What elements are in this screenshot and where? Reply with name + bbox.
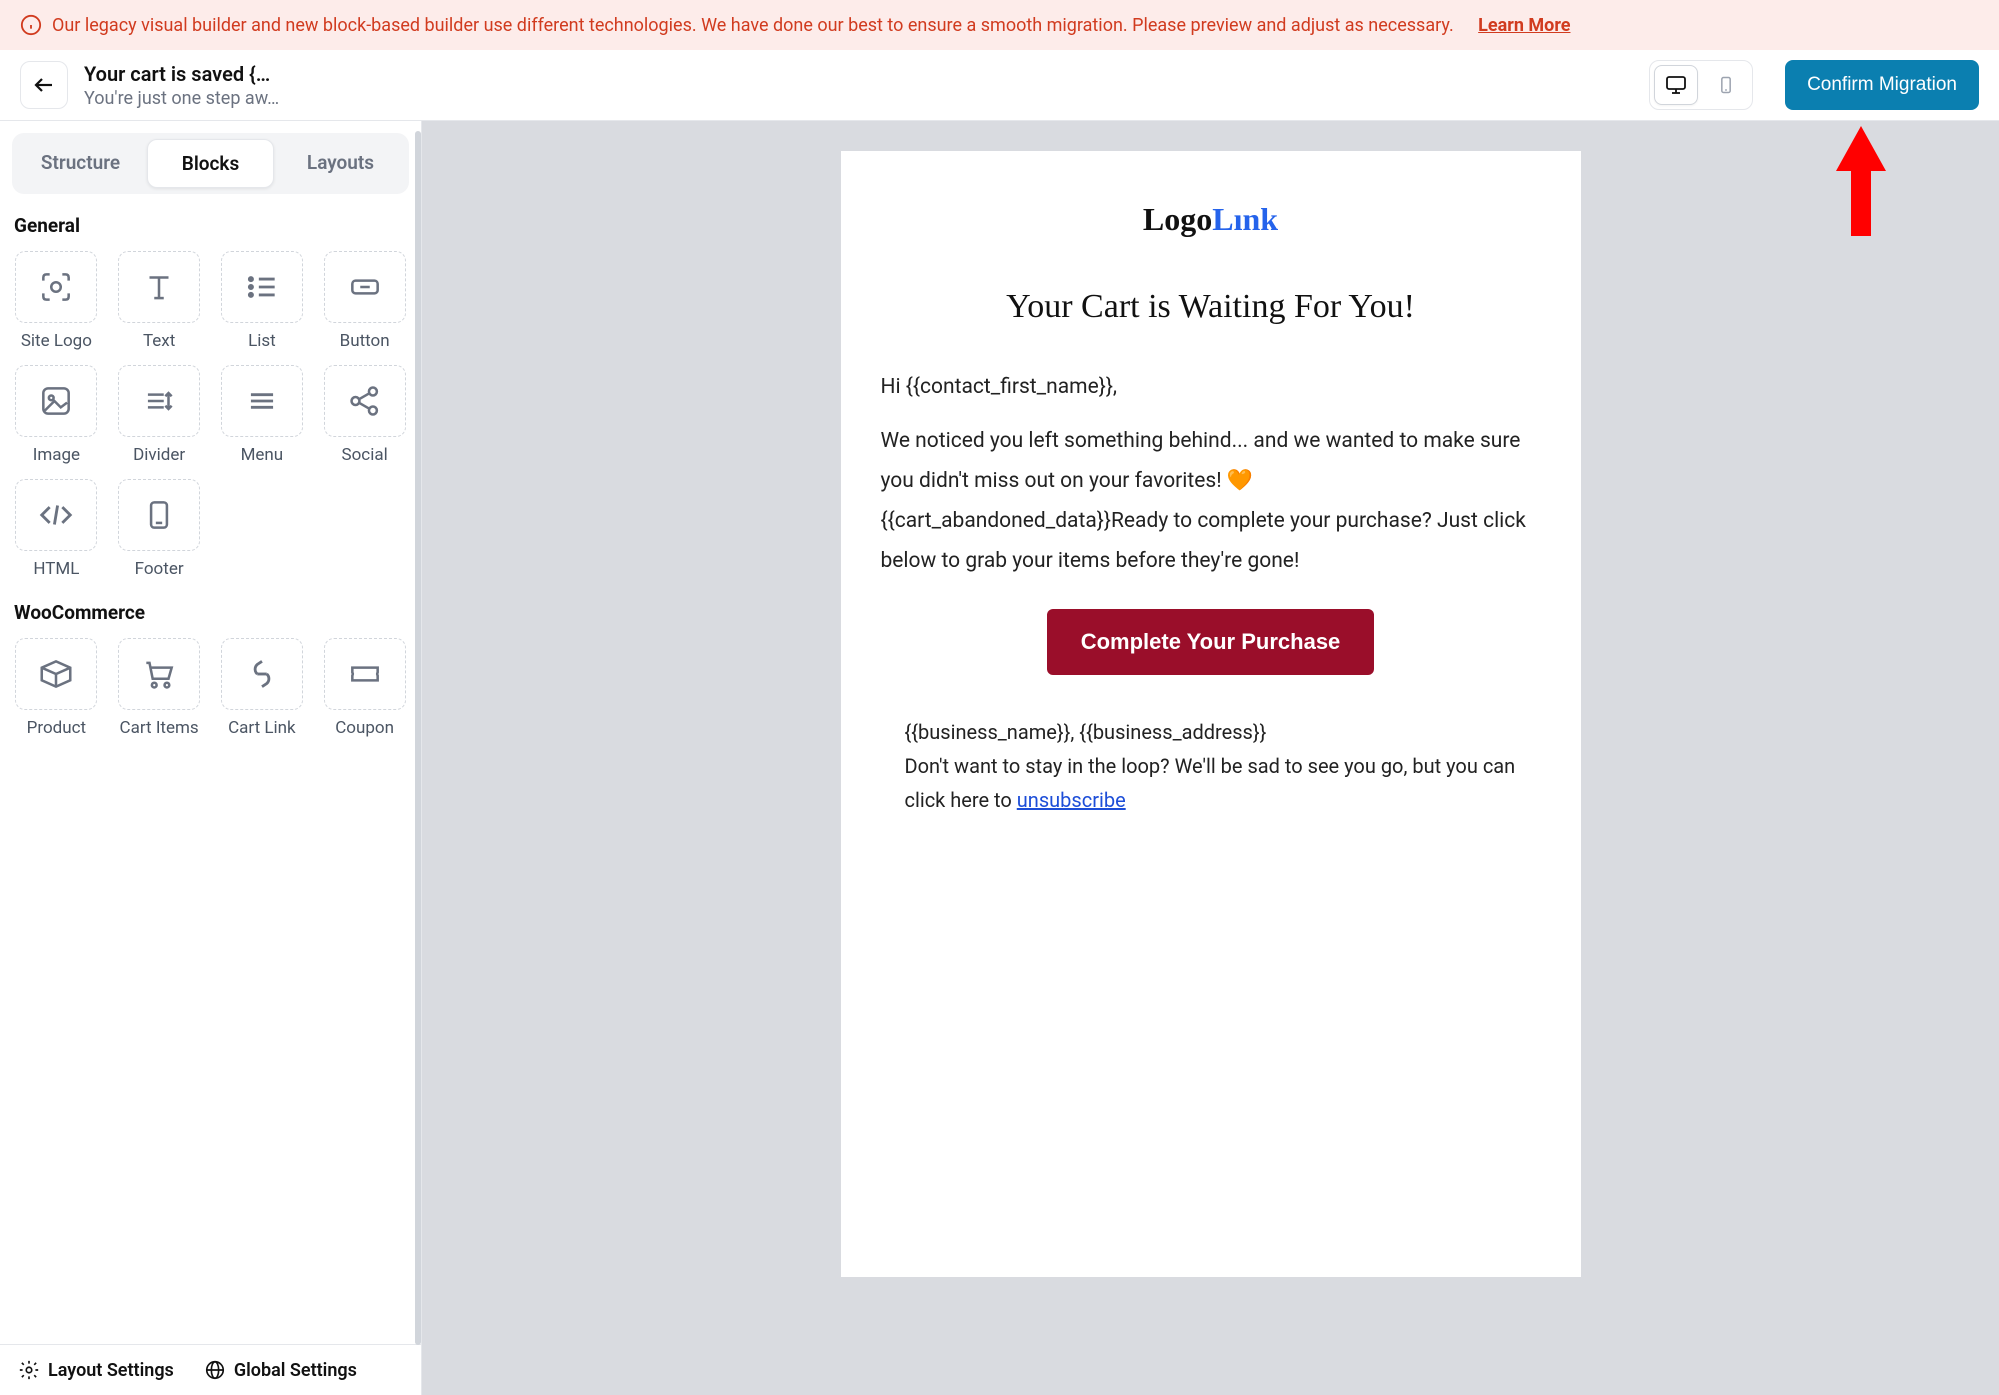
layout-settings-link[interactable]: Layout Settings [18,1359,174,1381]
back-button[interactable] [20,61,68,109]
text-icon [140,268,178,306]
block-footer[interactable]: Footer [115,479,204,579]
general-blocks-grid: Site Logo Text List Button Image [12,251,409,579]
tab-blocks[interactable]: Blocks [147,139,274,188]
html-icon [37,496,75,534]
image-icon [37,382,75,420]
block-cart-items[interactable]: Cart Items [115,638,204,738]
block-cart-link[interactable]: Cart Link [218,638,307,738]
unsubscribe-link[interactable]: unsubscribe [1017,788,1126,812]
email-preview[interactable]: LogoLınk Your Cart is Waiting For You! H… [841,151,1581,1277]
page-title: Your cart is saved {… [84,62,279,86]
info-icon [20,14,42,36]
email-heading: Your Cart is Waiting For You! [881,288,1541,326]
mobile-view-button[interactable] [1704,65,1748,105]
email-body: We noticed you left something behind... … [881,422,1541,582]
block-divider[interactable]: Divider [115,365,204,465]
block-coupon[interactable]: Coupon [320,638,409,738]
heart-icon: 🧡 [1227,469,1253,493]
complete-purchase-button[interactable]: Complete Your Purchase [1047,609,1375,675]
site-logo-icon [37,268,75,306]
woocommerce-blocks-grid: Product Cart Items Cart Link Coupon [12,638,409,738]
coupon-icon [346,655,384,693]
block-html[interactable]: HTML [12,479,101,579]
globe-icon [204,1359,226,1381]
cart-link-icon [243,655,281,693]
section-general-label: General [14,214,409,237]
main-area: Structure Blocks Layouts General Site Lo… [0,121,1999,1395]
sidebar-scrollbar[interactable] [415,131,421,1345]
desktop-icon [1664,73,1688,97]
arrow-left-icon [32,73,56,97]
block-text[interactable]: Text [115,251,204,351]
menu-icon [243,382,281,420]
preview-canvas[interactable]: LogoLınk Your Cart is Waiting For You! H… [422,121,1999,1395]
page-subtitle: You're just one step aw… [84,88,279,109]
migration-warning-banner: Our legacy visual builder and new block-… [0,0,1999,50]
block-product[interactable]: Product [12,638,101,738]
section-woocommerce-label: WooCommerce [14,601,409,624]
email-footer: {{business_name}}, {{business_address}} … [881,715,1541,817]
block-list[interactable]: List [218,251,307,351]
tab-structure[interactable]: Structure [18,139,143,188]
sidebar-footer: Layout Settings Global Settings [0,1344,421,1395]
product-icon [37,655,75,693]
list-icon [243,268,281,306]
tab-layouts[interactable]: Layouts [278,139,403,188]
block-site-logo[interactable]: Site Logo [12,251,101,351]
global-settings-link[interactable]: Global Settings [204,1359,357,1381]
confirm-migration-button[interactable]: Confirm Migration [1785,60,1979,110]
block-social[interactable]: Social [320,365,409,465]
attention-arrow [1831,126,1891,250]
email-greeting: Hi {{contact_first_name}}, [881,368,1541,408]
block-menu[interactable]: Menu [218,365,307,465]
divider-icon [140,382,178,420]
cart-items-icon [140,655,178,693]
sidebar-tabs: Structure Blocks Layouts [12,133,409,194]
block-image[interactable]: Image [12,365,101,465]
device-toggle [1649,60,1753,110]
social-icon [346,382,384,420]
desktop-view-button[interactable] [1654,65,1698,105]
email-logo: LogoLınk [881,201,1541,238]
mobile-icon [1716,73,1736,97]
banner-text: Our legacy visual builder and new block-… [52,15,1454,36]
sidebar: Structure Blocks Layouts General Site Lo… [0,121,422,1395]
footer-icon [140,496,178,534]
block-button[interactable]: Button [320,251,409,351]
gear-icon [18,1359,40,1381]
button-icon [346,268,384,306]
top-bar: Your cart is saved {… You're just one st… [0,50,1999,121]
title-area: Your cart is saved {… You're just one st… [84,62,279,109]
learn-more-link[interactable]: Learn More [1478,15,1570,36]
